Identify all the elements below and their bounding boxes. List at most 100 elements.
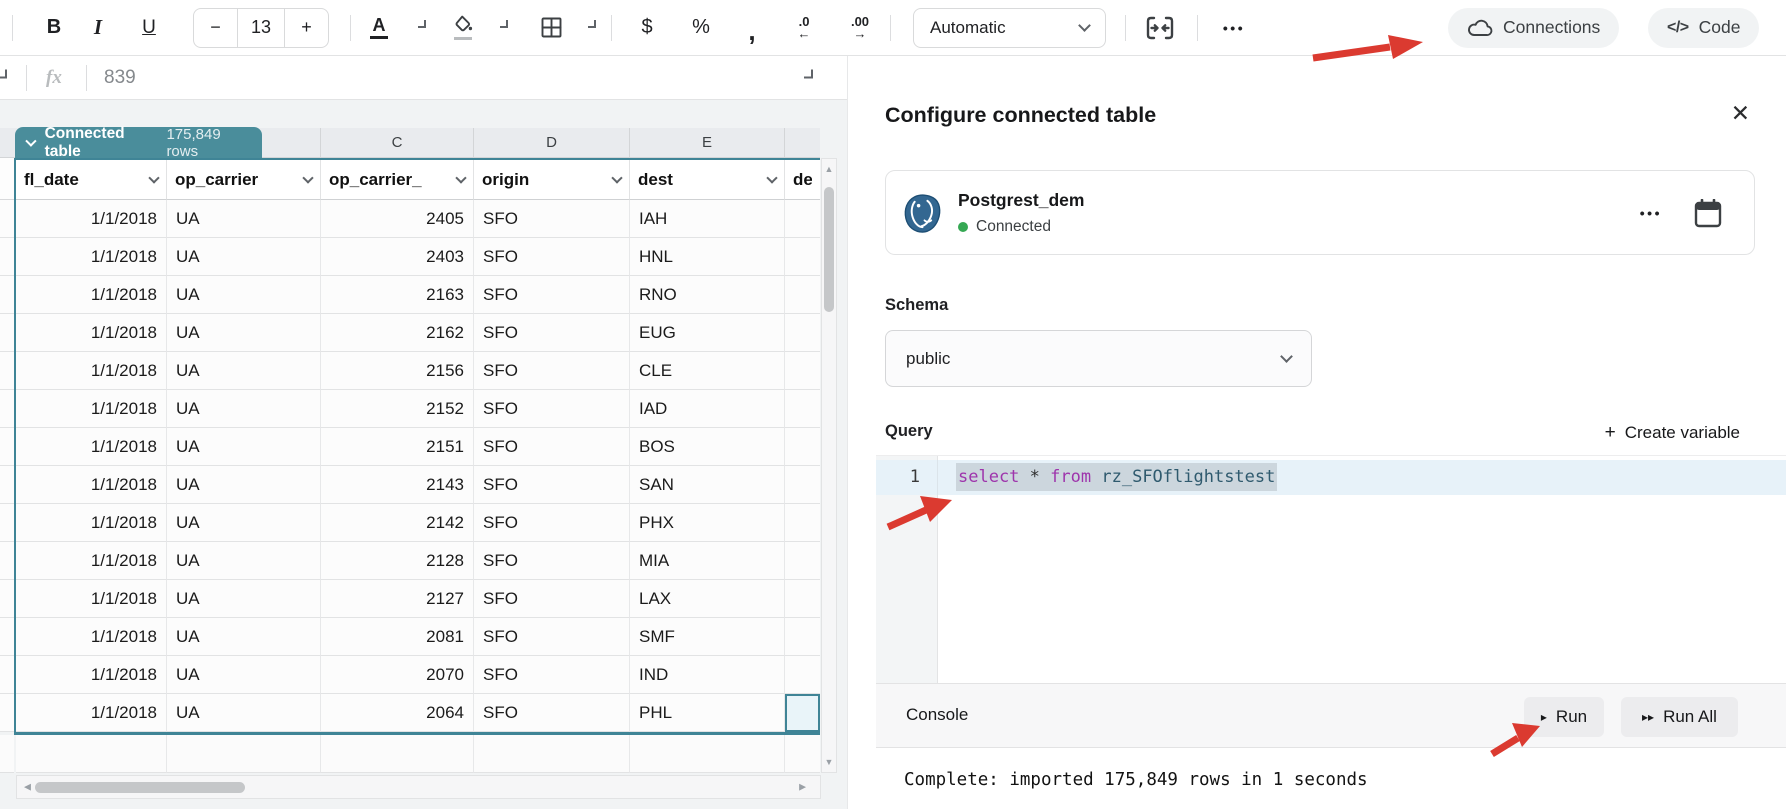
cell[interactable]: SFO bbox=[474, 314, 630, 352]
connections-button[interactable]: Connections bbox=[1448, 8, 1619, 48]
cell[interactable]: LAX bbox=[630, 580, 785, 618]
cell[interactable] bbox=[785, 504, 820, 542]
chevron-down-icon[interactable] bbox=[611, 172, 622, 183]
cell[interactable]: 1/1/2018 bbox=[16, 238, 167, 276]
cell[interactable]: EUG bbox=[630, 314, 785, 352]
connection-card[interactable]: Postgrest_dem Connected ••• bbox=[885, 170, 1755, 255]
header-op-carrier-fl-num[interactable]: op_carrier_ bbox=[321, 160, 474, 200]
cell[interactable]: RNO bbox=[630, 276, 785, 314]
borders-button[interactable] bbox=[533, 10, 569, 46]
query-code[interactable]: select * from rz_SFOflightstest bbox=[938, 460, 1277, 495]
cell[interactable]: SFO bbox=[474, 580, 630, 618]
chevron-down-icon[interactable] bbox=[455, 172, 466, 183]
font-size-value[interactable]: 13 bbox=[237, 9, 285, 47]
fill-color-button[interactable] bbox=[445, 10, 481, 46]
cell[interactable]: SMF bbox=[630, 618, 785, 656]
column-letter-partial[interactable] bbox=[785, 128, 820, 158]
cell[interactable]: SFO bbox=[474, 200, 630, 238]
italic-button[interactable]: I bbox=[80, 10, 116, 46]
cell[interactable] bbox=[785, 276, 820, 314]
chevron-down-icon[interactable] bbox=[500, 20, 508, 28]
cell[interactable]: BOS bbox=[630, 428, 785, 466]
increase-font-button[interactable]: + bbox=[285, 9, 328, 47]
cell[interactable]: 2128 bbox=[321, 542, 474, 580]
horizontal-scroll-thumb[interactable] bbox=[35, 782, 245, 793]
cell[interactable]: 2070 bbox=[321, 656, 474, 694]
convert-table-button[interactable] bbox=[1142, 10, 1178, 46]
cell[interactable] bbox=[474, 735, 630, 773]
cell[interactable]: SFO bbox=[474, 656, 630, 694]
cell[interactable] bbox=[785, 656, 820, 694]
chevron-down-icon[interactable] bbox=[588, 20, 596, 28]
header-fl-date[interactable]: fl_date bbox=[16, 160, 167, 200]
cell[interactable]: 2403 bbox=[321, 238, 474, 276]
cell[interactable] bbox=[785, 200, 820, 238]
cell[interactable]: 2163 bbox=[321, 276, 474, 314]
cell[interactable]: 2405 bbox=[321, 200, 474, 238]
cell[interactable]: SAN bbox=[630, 466, 785, 504]
cell[interactable]: UA bbox=[167, 200, 321, 238]
cell[interactable]: CLE bbox=[630, 352, 785, 390]
cell[interactable] bbox=[785, 314, 820, 352]
percent-format-button[interactable]: % bbox=[683, 10, 719, 46]
cell[interactable]: SFO bbox=[474, 352, 630, 390]
vertical-scroll-thumb[interactable] bbox=[824, 187, 834, 312]
chevron-down-icon[interactable] bbox=[25, 135, 36, 146]
text-color-button[interactable]: A bbox=[361, 10, 397, 46]
cell[interactable]: SFO bbox=[474, 618, 630, 656]
underline-button[interactable]: U bbox=[131, 10, 167, 46]
cell[interactable]: SFO bbox=[474, 504, 630, 542]
cell[interactable]: 1/1/2018 bbox=[16, 314, 167, 352]
cell[interactable]: SFO bbox=[474, 542, 630, 580]
cell[interactable]: UA bbox=[167, 428, 321, 466]
cell[interactable]: PHL bbox=[630, 694, 785, 732]
header-dest[interactable]: dest bbox=[630, 160, 785, 200]
cell[interactable]: UA bbox=[167, 618, 321, 656]
cell[interactable]: SFO bbox=[474, 466, 630, 504]
code-button[interactable]: </> Code bbox=[1648, 8, 1759, 48]
cell[interactable]: MIA bbox=[630, 542, 785, 580]
formula-input[interactable]: 839 bbox=[104, 67, 136, 89]
connected-table-tab[interactable]: Connected table 175,849 rows bbox=[15, 127, 262, 158]
cell[interactable] bbox=[785, 390, 820, 428]
scroll-down-icon[interactable]: ▼ bbox=[822, 757, 836, 767]
number-format-select[interactable]: Automatic bbox=[913, 8, 1106, 48]
selected-cell[interactable] bbox=[785, 694, 820, 732]
cell[interactable] bbox=[785, 735, 820, 773]
cell[interactable]: 1/1/2018 bbox=[16, 580, 167, 618]
cell[interactable]: UA bbox=[167, 276, 321, 314]
cell[interactable]: UA bbox=[167, 466, 321, 504]
run-button[interactable]: ▸ Run bbox=[1524, 697, 1604, 737]
cell[interactable]: 1/1/2018 bbox=[16, 542, 167, 580]
query-line-1[interactable]: 1 select * from rz_SFOflightstest bbox=[876, 460, 1786, 495]
cell[interactable]: UA bbox=[167, 238, 321, 276]
cell[interactable]: UA bbox=[167, 314, 321, 352]
cell[interactable] bbox=[785, 466, 820, 504]
chevron-down-icon[interactable] bbox=[0, 69, 7, 78]
cell[interactable]: 1/1/2018 bbox=[16, 276, 167, 314]
more-options-button[interactable]: ••• bbox=[1216, 10, 1252, 46]
connection-more-button[interactable]: ••• bbox=[1640, 205, 1662, 221]
bold-button[interactable]: B bbox=[36, 10, 72, 46]
cell[interactable]: 1/1/2018 bbox=[16, 200, 167, 238]
cell[interactable]: PHX bbox=[630, 504, 785, 542]
cell[interactable]: HNL bbox=[630, 238, 785, 276]
scroll-up-icon[interactable]: ▲ bbox=[822, 164, 836, 174]
decrease-decimals-button[interactable]: .0← bbox=[786, 10, 822, 46]
cell[interactable]: IAD bbox=[630, 390, 785, 428]
column-letter-c[interactable]: C bbox=[321, 128, 474, 158]
cell[interactable] bbox=[785, 618, 820, 656]
cell[interactable] bbox=[321, 735, 474, 773]
cell[interactable]: 2064 bbox=[321, 694, 474, 732]
cell[interactable]: 2151 bbox=[321, 428, 474, 466]
cell[interactable]: SFO bbox=[474, 694, 630, 732]
cell[interactable]: 1/1/2018 bbox=[16, 428, 167, 466]
cell[interactable] bbox=[16, 735, 167, 773]
column-letter-d[interactable]: D bbox=[474, 128, 630, 158]
cell[interactable]: SFO bbox=[474, 428, 630, 466]
header-partial[interactable]: de bbox=[785, 160, 820, 200]
cell[interactable]: 1/1/2018 bbox=[16, 390, 167, 428]
close-icon[interactable]: ✕ bbox=[1731, 100, 1750, 127]
chevron-down-icon[interactable] bbox=[766, 172, 777, 183]
chevron-down-icon[interactable] bbox=[804, 69, 813, 78]
